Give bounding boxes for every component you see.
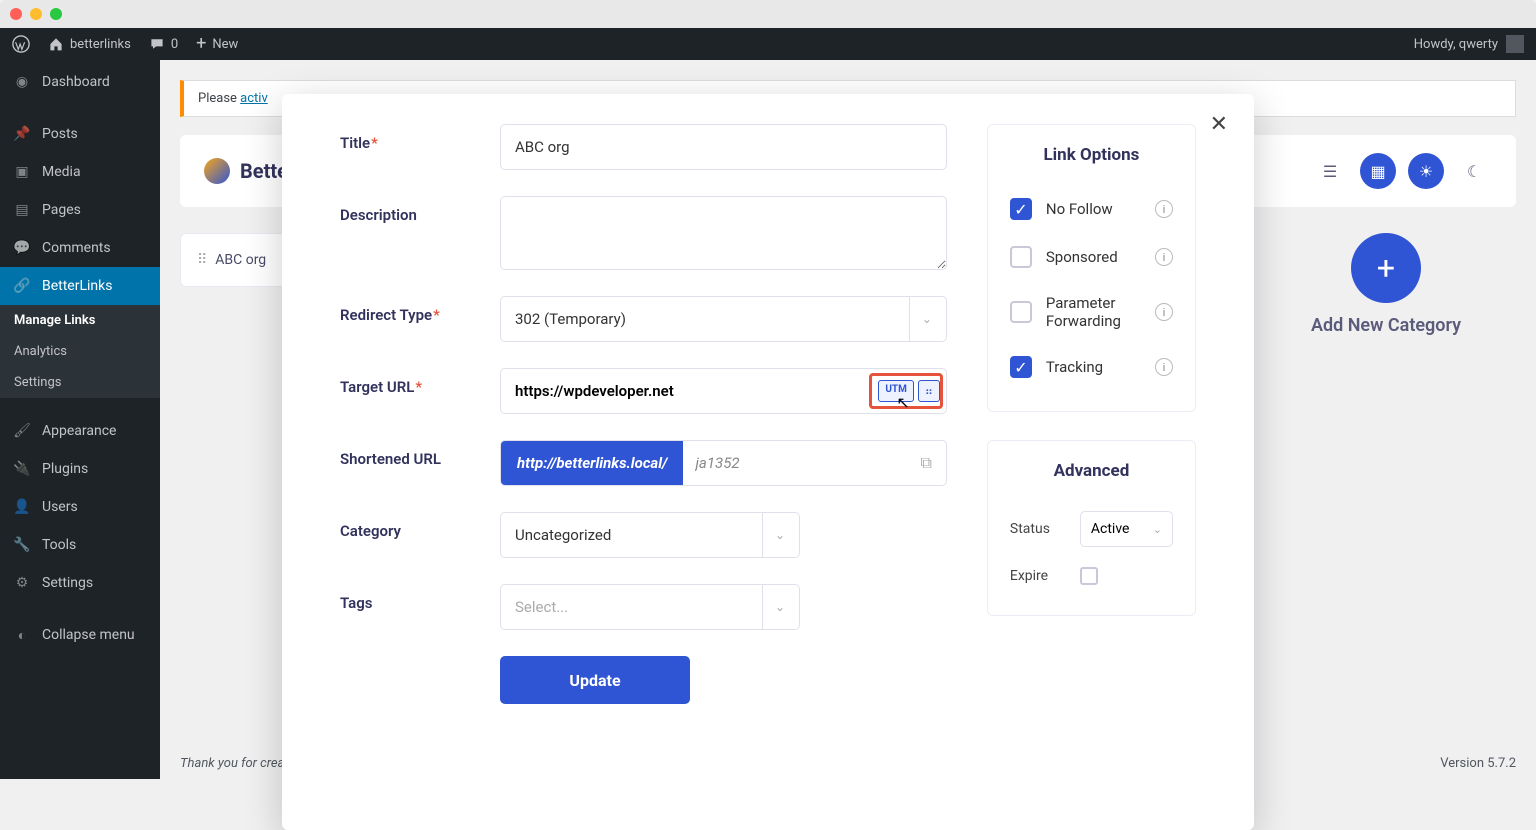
target-url-input[interactable] — [515, 382, 878, 400]
info-icon[interactable]: i — [1155, 248, 1173, 266]
chevron-down-icon: ⌄ — [762, 513, 785, 557]
site-name: betterlinks — [70, 37, 131, 52]
minimize-dot-icon[interactable] — [30, 8, 42, 20]
param-forwarding-checkbox[interactable] — [1010, 301, 1032, 323]
howdy-text: Howdy, qwerty — [1414, 37, 1498, 52]
new-link[interactable]: + New — [196, 35, 238, 53]
close-button[interactable]: ✕ — [1210, 112, 1228, 137]
social-share-button[interactable]: ⠶ — [918, 380, 940, 402]
home-icon — [48, 36, 64, 52]
advanced-title: Advanced — [1010, 461, 1173, 481]
category-label: Category — [340, 512, 500, 540]
status-value: Active — [1091, 521, 1130, 537]
target-url-label: Target URL* — [340, 368, 500, 396]
sponsored-checkbox[interactable] — [1010, 246, 1032, 268]
advanced-panel: Advanced Status Active ⌄ Expire — [987, 440, 1196, 616]
tracking-label: Tracking — [1046, 358, 1141, 376]
title-label: Title* — [340, 124, 500, 152]
modal-overlay: ✕ Title* Description Redirect Type* 302 … — [0, 60, 1536, 779]
tags-label: Tags — [340, 584, 500, 612]
redirect-type-label: Redirect Type* — [340, 296, 500, 324]
chevron-down-icon: ⌄ — [762, 585, 785, 629]
no-follow-label: No Follow — [1046, 200, 1141, 218]
comments-link[interactable]: 0 — [149, 36, 178, 52]
window-chrome — [0, 0, 1536, 28]
utm-button[interactable]: UTM — [878, 380, 914, 402]
tags-placeholder: Select... — [515, 598, 568, 616]
expire-checkbox[interactable] — [1080, 567, 1098, 585]
wp-logo[interactable] — [12, 35, 30, 53]
no-follow-checkbox[interactable]: ✓ — [1010, 198, 1032, 220]
info-icon[interactable]: i — [1155, 200, 1173, 218]
chevron-down-icon: ⌄ — [909, 297, 932, 341]
short-url-slug-input[interactable] — [683, 454, 906, 472]
howdy-link[interactable]: Howdy, qwerty — [1414, 35, 1524, 53]
short-url-base: http://betterlinks.local/ — [501, 441, 683, 485]
avatar-icon — [1506, 35, 1524, 53]
redirect-type-value: 302 (Temporary) — [515, 310, 626, 328]
link-options-panel: Link Options ✓ No Follow i Sponsored i P… — [987, 124, 1196, 412]
admin-bar: betterlinks 0 + New Howdy, qwerty — [0, 28, 1536, 60]
info-icon[interactable]: i — [1155, 303, 1173, 321]
comment-icon — [149, 36, 165, 52]
info-icon[interactable]: i — [1155, 358, 1173, 376]
tracking-checkbox[interactable]: ✓ — [1010, 356, 1032, 378]
category-select[interactable]: Uncategorized ⌄ — [500, 512, 800, 558]
plus-icon: + — [196, 35, 206, 53]
param-forwarding-label: Parameter Forwarding — [1046, 294, 1141, 330]
description-label: Description — [340, 196, 500, 224]
link-options-title: Link Options — [1010, 145, 1173, 165]
site-name-link[interactable]: betterlinks — [48, 36, 131, 52]
expire-label: Expire — [1010, 568, 1068, 584]
title-input[interactable] — [500, 124, 947, 170]
comments-count: 0 — [171, 37, 178, 52]
redirect-type-select[interactable]: 302 (Temporary) ⌄ — [500, 296, 947, 342]
update-button[interactable]: Update — [500, 656, 690, 704]
new-label: New — [212, 37, 238, 52]
shortened-url-label: Shortened URL — [340, 440, 500, 468]
status-label: Status — [1010, 521, 1068, 537]
maximize-dot-icon[interactable] — [50, 8, 62, 20]
copy-button[interactable]: ⧉ — [906, 453, 945, 473]
chevron-down-icon: ⌄ — [1153, 523, 1162, 536]
description-input[interactable] — [500, 196, 947, 270]
edit-link-modal: ✕ Title* Description Redirect Type* 302 … — [282, 94, 1254, 830]
status-select[interactable]: Active ⌄ — [1080, 511, 1173, 547]
sponsored-label: Sponsored — [1046, 248, 1141, 266]
category-value: Uncategorized — [515, 526, 611, 544]
tags-select[interactable]: Select... ⌄ — [500, 584, 800, 630]
close-dot-icon[interactable] — [10, 8, 22, 20]
